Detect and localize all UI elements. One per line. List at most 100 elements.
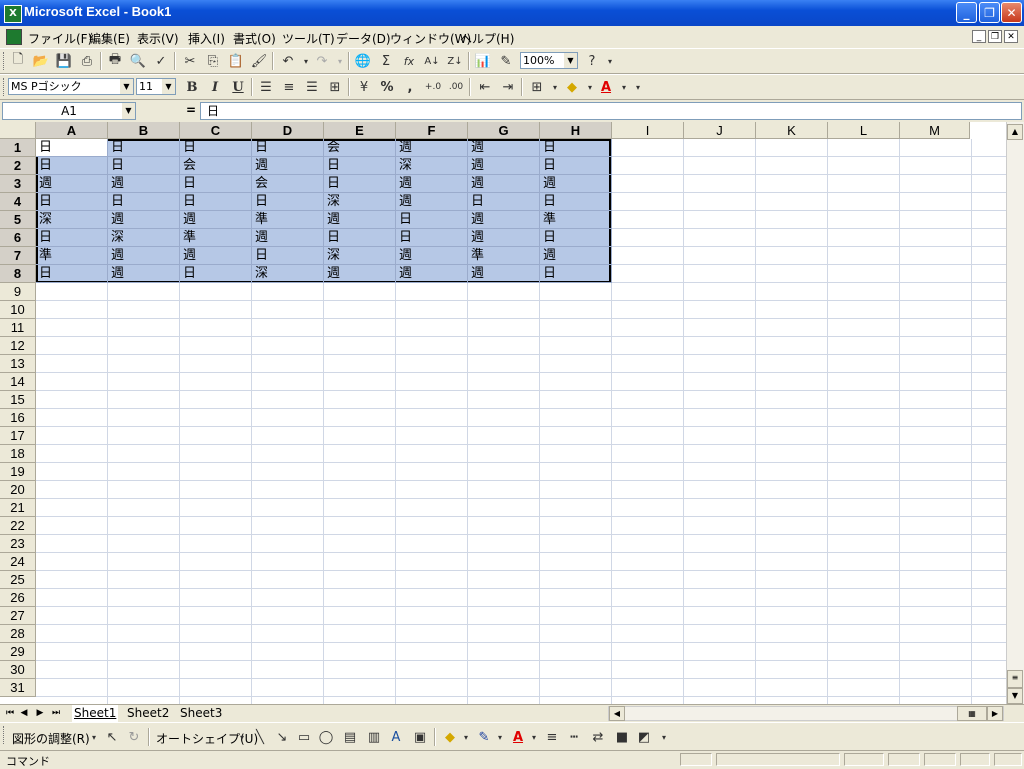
table-cell[interactable]: 日	[36, 229, 108, 247]
column-header[interactable]: H	[540, 122, 612, 139]
row-header[interactable]: 8	[0, 265, 36, 283]
row-header[interactable]: 2	[0, 157, 36, 175]
shadow-style-icon[interactable]: ■	[612, 727, 632, 747]
table-cell[interactable]: 日	[180, 265, 252, 283]
table-cell[interactable]: 日	[324, 229, 396, 247]
row-header[interactable]: 9	[0, 283, 36, 301]
table-cell[interactable]: 準	[36, 247, 108, 265]
cut-icon[interactable]: ✂	[180, 51, 200, 71]
select-all-button[interactable]	[0, 122, 36, 139]
function-icon[interactable]: fx	[399, 51, 419, 71]
text-box-icon[interactable]: ▤	[340, 727, 360, 747]
borders-icon[interactable]: ⊞	[527, 77, 547, 97]
row-header[interactable]: 21	[0, 499, 36, 517]
table-cell[interactable]: 日	[540, 157, 612, 175]
currency-icon[interactable]: ¥	[354, 77, 374, 97]
toolbar-grip[interactable]	[3, 726, 7, 744]
table-cell[interactable]: 日	[36, 193, 108, 211]
table-cell[interactable]: 会	[180, 157, 252, 175]
row-header[interactable]: 16	[0, 409, 36, 427]
table-cell[interactable]: 週	[468, 265, 540, 283]
table-cell[interactable]: 週	[324, 211, 396, 229]
chevron-down-icon[interactable]: ▼	[120, 79, 133, 94]
print-icon[interactable]: 🖶	[105, 51, 125, 71]
row-header[interactable]: 29	[0, 643, 36, 661]
table-cell[interactable]: 週	[468, 139, 540, 157]
column-header[interactable]: C	[180, 122, 252, 139]
table-cell[interactable]: 週	[396, 139, 468, 157]
table-cell[interactable]: 深	[252, 265, 324, 283]
rectangle-icon[interactable]: ▭	[294, 727, 314, 747]
table-cell[interactable]: 深	[108, 229, 180, 247]
row-header[interactable]: 6	[0, 229, 36, 247]
row-header[interactable]: 12	[0, 337, 36, 355]
table-cell[interactable]: 週	[252, 157, 324, 175]
table-cell[interactable]: 日	[324, 175, 396, 193]
align-right-icon[interactable]: ☰	[302, 77, 322, 97]
menu-tools[interactable]: ツール(T)	[282, 30, 335, 47]
autosum-icon[interactable]: Σ	[376, 51, 396, 71]
row-header[interactable]: 22	[0, 517, 36, 535]
line-style-icon[interactable]: ≡	[542, 727, 562, 747]
row-header[interactable]: 25	[0, 571, 36, 589]
table-cell[interactable]: 日	[540, 193, 612, 211]
table-cell[interactable]: 日	[252, 193, 324, 211]
sort-ascending-icon[interactable]: A↓	[422, 51, 442, 71]
column-header[interactable]: G	[468, 122, 540, 139]
hyperlink-icon[interactable]: 🌐	[353, 51, 373, 71]
help-icon[interactable]: ?	[582, 51, 602, 71]
row-header[interactable]: 3	[0, 175, 36, 193]
bold-button[interactable]: B	[182, 77, 202, 97]
table-cell[interactable]: 週	[108, 247, 180, 265]
table-cell[interactable]: 週	[540, 175, 612, 193]
table-cell[interactable]: 週	[396, 175, 468, 193]
table-cell[interactable]: 週	[468, 157, 540, 175]
select-objects-icon[interactable]: ↖	[102, 727, 122, 747]
table-cell[interactable]: 日	[108, 193, 180, 211]
drawing-icon[interactable]: ✎	[496, 51, 516, 71]
chart-wizard-icon[interactable]: 📊	[473, 51, 493, 71]
chevron-down-icon[interactable]: ▼	[162, 79, 175, 94]
row-header[interactable]: 11	[0, 319, 36, 337]
chevron-down-icon[interactable]: ▾	[490, 727, 510, 747]
table-cell[interactable]: 深	[396, 157, 468, 175]
open-icon[interactable]: 📂	[31, 51, 51, 71]
scroll-right-icon[interactable]: ▶	[987, 706, 1003, 721]
close-button[interactable]: ✕	[1001, 2, 1022, 23]
table-cell[interactable]: 日	[324, 157, 396, 175]
column-header[interactable]: F	[396, 122, 468, 139]
table-cell[interactable]: 日	[108, 139, 180, 157]
merge-center-icon[interactable]: ⊞	[325, 77, 345, 97]
row-header[interactable]: 13	[0, 355, 36, 373]
column-header[interactable]: J	[684, 122, 756, 139]
wordart-icon[interactable]: A	[386, 727, 406, 747]
menu-edit[interactable]: 編集(E)	[89, 30, 130, 47]
scroll-thumb[interactable]: ≡	[1007, 670, 1023, 688]
column-header[interactable]: L	[828, 122, 900, 139]
row-header[interactable]: 1	[0, 139, 36, 157]
vertical-scrollbar[interactable]: ▲ ≡ ▼	[1006, 122, 1024, 704]
percent-button[interactable]: %	[377, 77, 397, 97]
menu-format[interactable]: 書式(O)	[233, 30, 276, 47]
arrow-style-icon[interactable]: ⇄	[588, 727, 608, 747]
workbook-icon[interactable]	[6, 29, 22, 45]
table-cell[interactable]: 日	[540, 139, 612, 157]
table-cell[interactable]: 日	[180, 139, 252, 157]
sheet-tab-1[interactable]: Sheet1	[72, 705, 119, 722]
table-cell[interactable]: 週	[468, 175, 540, 193]
row-header[interactable]: 19	[0, 463, 36, 481]
column-header[interactable]: K	[756, 122, 828, 139]
table-cell[interactable]: 週	[540, 247, 612, 265]
h-scroll-thumb[interactable]: ▦	[957, 706, 987, 721]
toolbar-grip[interactable]	[3, 78, 7, 96]
table-cell[interactable]: 会	[252, 175, 324, 193]
menu-view[interactable]: 表示(V)	[137, 30, 179, 47]
table-cell[interactable]: 週	[180, 211, 252, 229]
row-header[interactable]: 17	[0, 427, 36, 445]
sort-descending-icon[interactable]: Z↓	[445, 51, 465, 71]
row-header[interactable]: 27	[0, 607, 36, 625]
dash-style-icon[interactable]: ┅	[564, 727, 584, 747]
scroll-up-icon[interactable]: ▲	[1007, 124, 1023, 140]
last-sheet-icon[interactable]: ⏭	[50, 707, 62, 720]
chevron-down-icon[interactable]: ▾	[84, 727, 104, 747]
